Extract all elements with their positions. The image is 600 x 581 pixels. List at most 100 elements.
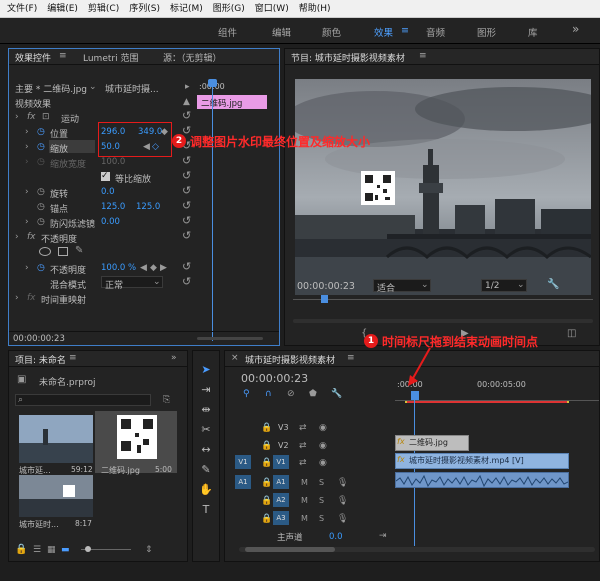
expand-motion-icon[interactable]: › — [15, 112, 19, 122]
program-timecode[interactable]: 00:00:00:23 — [297, 281, 355, 292]
stopwatch-icon[interactable]: ◷ — [37, 263, 45, 273]
stopwatch-icon[interactable]: ◷ — [37, 142, 45, 152]
reset-rotation-icon[interactable]: ↺ — [182, 185, 191, 196]
master-volume-value[interactable]: 0.0 — [329, 532, 343, 542]
track-a1-target[interactable]: A1 — [273, 475, 289, 489]
sync-lock-icon[interactable]: ⇄ — [299, 423, 307, 433]
opacity-value[interactable]: 100.0 % — [101, 263, 136, 273]
project-search-input[interactable] — [15, 394, 151, 406]
menu-help[interactable]: 帮助(H) — [296, 0, 334, 18]
settings-wrench-icon[interactable]: 🔧 — [331, 389, 342, 399]
source-a1-patch[interactable]: A1 — [235, 475, 251, 489]
expand-rotation-icon[interactable]: › — [25, 187, 29, 197]
sequence-clip-label[interactable]: 城市延时摄... — [105, 82, 159, 95]
lock-icon[interactable]: 🔒 — [261, 514, 272, 524]
track-v1-target[interactable]: V1 — [273, 455, 289, 469]
export-frame-icon[interactable]: ◫ — [567, 329, 576, 339]
reset-motion-icon[interactable]: ↺ — [182, 110, 191, 121]
workspace-editing[interactable]: 编辑 — [272, 25, 291, 39]
lock-icon[interactable]: 🔒 — [261, 478, 272, 488]
anchor-y-value[interactable]: 125.0 — [136, 202, 160, 212]
chevron-down-icon[interactable]: ⌄ — [517, 280, 525, 290]
prev-keyframe-icon[interactable]: ◀ — [140, 263, 147, 273]
track-a3-target[interactable]: A3 — [273, 511, 289, 525]
reset-opacity-section-icon[interactable]: ↺ — [182, 230, 191, 241]
search-icon[interactable]: ⌕ — [18, 395, 23, 405]
menu-graphics[interactable]: 图形(G) — [210, 0, 248, 18]
chevron-down-icon[interactable]: ⌄ — [153, 277, 161, 287]
eye-icon[interactable]: ◉ — [319, 423, 327, 433]
transform-icon[interactable]: ⊡ — [42, 112, 50, 122]
zoom-scrollbar[interactable] — [197, 337, 263, 340]
more-panels-icon[interactable]: » — [171, 353, 177, 363]
microphone-icon[interactable]: 🎙 — [337, 514, 348, 524]
workspace-audio[interactable]: 音频 — [426, 25, 445, 39]
menu-window[interactable]: 窗口(W) — [252, 0, 292, 18]
reset-anchor-icon[interactable]: ↺ — [182, 200, 191, 211]
stopwatch-icon[interactable]: ◷ — [37, 187, 45, 197]
reset-uniform-icon[interactable]: ↺ — [182, 170, 191, 181]
jump-to-end-icon[interactable]: ⇥ — [379, 531, 387, 541]
menu-clip[interactable]: 剪辑(C) — [85, 0, 122, 18]
program-title[interactable]: 节目: 城市延时摄影视频素材 — [291, 51, 405, 64]
snap-icon[interactable]: ⚲ — [243, 389, 250, 399]
hand-tool-icon[interactable]: ✋ — [198, 482, 214, 498]
new-bin-icon[interactable]: ⎘ — [163, 395, 170, 405]
fx-icon[interactable]: fx — [27, 112, 36, 122]
effect-controls-timecode[interactable]: 00:00:00:23 — [13, 334, 65, 344]
expand-opacity-icon[interactable]: › — [15, 232, 19, 242]
eye-icon[interactable]: ◉ — [319, 458, 327, 468]
program-zoom-bar[interactable] — [293, 319, 593, 323]
lock-icon[interactable]: 🔒 — [15, 545, 27, 555]
freeform-view-icon[interactable]: ▬ — [61, 545, 70, 555]
magnet-icon[interactable]: ∩ — [265, 389, 272, 399]
eye-icon[interactable]: ◉ — [319, 441, 327, 451]
sync-lock-icon[interactable]: ⇄ — [299, 458, 307, 468]
mute-icon[interactable]: M — [301, 496, 308, 506]
expand-scale-icon[interactable]: › — [25, 142, 29, 152]
reset-blend-icon[interactable]: ↺ — [182, 276, 191, 287]
icon-view-icon[interactable]: ▦ — [47, 545, 56, 555]
mini-playhead-handle[interactable] — [208, 79, 217, 87]
timeline-scroll-thumb[interactable] — [245, 547, 335, 552]
tab-menu-icon[interactable]: ≡ — [419, 51, 427, 61]
pen-tool-icon[interactable]: ✎ — [198, 462, 214, 478]
sort-icon[interactable]: ⇕ — [145, 545, 153, 555]
solo-icon[interactable]: S — [319, 496, 324, 506]
workspace-assembly[interactable]: 组件 — [218, 25, 237, 39]
slider-handle[interactable] — [85, 546, 91, 552]
lock-icon[interactable]: 🔒 — [261, 458, 272, 468]
close-icon[interactable]: × — [231, 353, 239, 363]
stopwatch-icon[interactable]: ◷ — [37, 217, 45, 227]
reset-opacity-icon[interactable]: ↺ — [182, 261, 191, 272]
lock-icon[interactable]: 🔒 — [261, 496, 272, 506]
mini-playhead[interactable] — [212, 79, 213, 341]
anchor-x-value[interactable]: 125.0 — [101, 202, 125, 212]
more-workspaces-icon[interactable]: » — [572, 22, 579, 36]
scroll-up-icon[interactable]: ▲ — [183, 97, 190, 107]
reset-scale-width-icon[interactable]: ↺ — [182, 155, 191, 166]
list-view-icon[interactable]: ☰ — [33, 545, 41, 555]
video-frame[interactable] — [295, 79, 591, 295]
microphone-icon[interactable]: 🎙 — [337, 478, 348, 488]
razor-icon[interactable]: ✂ — [198, 422, 214, 438]
linked-selection-icon[interactable]: ⊘ — [287, 389, 295, 399]
menu-file[interactable]: 文件(F) — [4, 0, 40, 18]
expand-opacity-icon[interactable]: › — [25, 263, 29, 273]
thumb-city-1[interactable] — [19, 415, 93, 463]
fx-icon[interactable]: fx — [27, 232, 36, 242]
slip-icon[interactable]: ↔ — [198, 442, 214, 458]
tab-menu-icon[interactable]: ≡ — [59, 51, 67, 61]
workspace-graphics[interactable]: 图形 — [477, 25, 496, 39]
tab-effect-controls[interactable]: 效果控件 — [15, 51, 51, 64]
lock-icon[interactable]: 🔒 — [261, 423, 272, 433]
mute-icon[interactable]: M — [301, 514, 308, 524]
reset-antiflicker-icon[interactable]: ↺ — [182, 215, 191, 226]
menu-edit[interactable]: 编辑(E) — [44, 0, 81, 18]
source-v1-patch[interactable]: V1 — [235, 455, 251, 469]
play-only-icon[interactable]: ▸ — [185, 82, 190, 92]
mute-icon[interactable]: M — [301, 478, 308, 488]
selection-tool-icon[interactable]: ➤ — [198, 362, 214, 378]
timeline-timecode[interactable]: 00:00:00:23 — [241, 372, 308, 385]
workspace-effects[interactable]: 效果 — [374, 25, 393, 39]
